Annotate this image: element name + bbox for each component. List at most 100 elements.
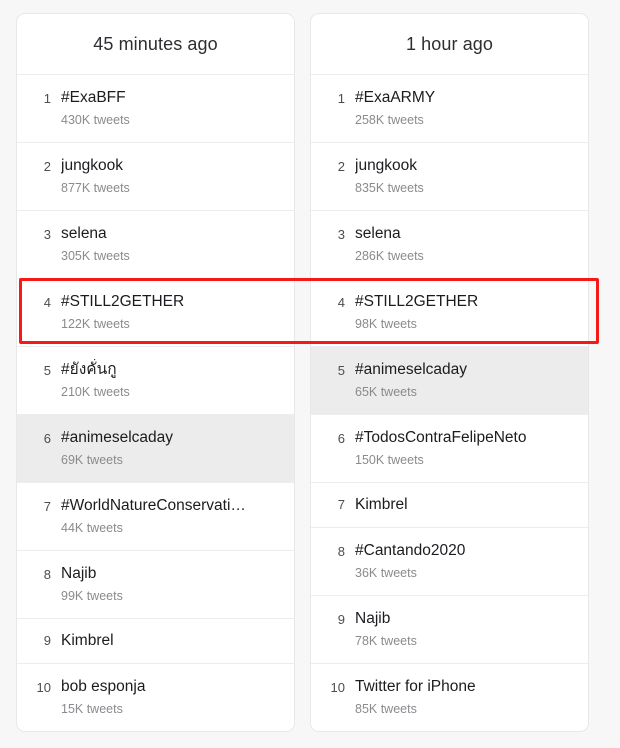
trend-name[interactable]: jungkook [61, 155, 282, 177]
trend-name[interactable]: Najib [61, 563, 282, 585]
trend-name[interactable]: #STILL2GETHER [355, 291, 576, 313]
trend-row[interactable]: 1 #ExaARMY 258K tweets [311, 75, 588, 143]
trend-body: #TodosContraFelipeNeto 150K tweets [355, 427, 576, 470]
trend-tweet-count: 15K tweets [61, 702, 123, 716]
trend-name[interactable]: #TodosContraFelipeNeto [355, 427, 576, 449]
trend-rank: 3 [337, 227, 345, 242]
trend-rank: 1 [337, 91, 345, 106]
trend-name[interactable]: Kimbrel [355, 494, 576, 516]
trend-row[interactable]: 7 Kimbrel [311, 483, 588, 528]
trend-name[interactable]: #Cantando2020 [355, 540, 576, 562]
trend-name[interactable]: Kimbrel [61, 630, 282, 652]
panel-header-title: 1 hour ago [405, 33, 494, 54]
trend-name[interactable]: selena [355, 223, 576, 245]
trend-tweet-count: 44K tweets [61, 521, 123, 535]
trend-rank: 6 [337, 431, 345, 446]
trend-list-left: 1 #ExaBFF 430K tweets 2 jungkook 877K tweets 3… [17, 75, 294, 731]
panel-header-right: 1 hour ago [311, 14, 588, 75]
trend-body: jungkook 835K tweets [355, 155, 576, 198]
trend-row[interactable]: 5 #ยังคั่นกู 210K tweets [17, 347, 294, 415]
trend-body: jungkook 877K tweets [61, 155, 282, 198]
trend-rank: 8 [337, 544, 345, 559]
trend-name[interactable]: jungkook [355, 155, 576, 177]
trend-body: selena 305K tweets [61, 223, 282, 266]
trend-body: #Cantando2020 36K tweets [355, 540, 576, 583]
trend-row[interactable]: 10 Twitter for iPhone 85K tweets [311, 664, 588, 731]
trend-body: Najib 78K tweets [355, 608, 576, 651]
trend-rank: 5 [43, 363, 51, 378]
trend-name[interactable]: #STILL2GETHER [61, 291, 282, 313]
trend-rank: 2 [43, 159, 51, 174]
trend-rank: 2 [337, 159, 345, 174]
trend-body: Twitter for iPhone 85K tweets [355, 676, 576, 719]
trend-row[interactable]: 9 Najib 78K tweets [311, 596, 588, 664]
trend-tweet-count: 99K tweets [61, 589, 123, 603]
trend-rank: 4 [337, 295, 345, 310]
trend-name[interactable]: #ยังคั่นกู [61, 359, 282, 381]
trend-row[interactable]: 5 #animeselcaday 65K tweets [311, 347, 588, 415]
trend-tweet-count: 286K tweets [355, 249, 424, 263]
trend-name[interactable]: #WorldNatureConservati… [61, 495, 282, 517]
trend-name[interactable]: Najib [355, 608, 576, 630]
trend-list-right: 1 #ExaARMY 258K tweets 2 jungkook 835K tweets… [311, 75, 588, 731]
panel-header-title: 45 minutes ago [93, 33, 218, 54]
trend-row[interactable]: 3 selena 286K tweets [311, 211, 588, 279]
trend-tweet-count: 430K tweets [61, 113, 130, 127]
trend-rank: 3 [43, 227, 51, 242]
trend-name[interactable]: #animeselcaday [61, 427, 282, 449]
trend-rank: 4 [43, 295, 51, 310]
trend-panel-left: 45 minutes ago 1 #ExaBFF 430K tweets 2 jungk… [16, 13, 295, 732]
trend-body: #STILL2GETHER 98K tweets [355, 291, 576, 334]
trend-row[interactable]: 4 #STILL2GETHER 98K tweets [311, 279, 588, 347]
trend-body: #ExaBFF 430K tweets [61, 87, 282, 130]
trend-body: #animeselcaday 69K tweets [61, 427, 282, 470]
trend-row[interactable]: 3 selena 305K tweets [17, 211, 294, 279]
trend-body: #animeselcaday 65K tweets [355, 359, 576, 402]
trend-body: #ยังคั่นกู 210K tweets [61, 359, 282, 402]
trend-row[interactable]: 7 #WorldNatureConservati… 44K tweets [17, 483, 294, 551]
trend-row[interactable]: 9 Kimbrel [17, 619, 294, 664]
trend-tweet-count: 69K tweets [61, 453, 123, 467]
trend-tweet-count: 835K tweets [355, 181, 424, 195]
trend-tweet-count: 36K tweets [355, 566, 417, 580]
trend-rank: 9 [337, 612, 345, 627]
trend-body: #ExaARMY 258K tweets [355, 87, 576, 130]
trend-row[interactable]: 6 #TodosContraFelipeNeto 150K tweets [311, 415, 588, 483]
trend-rank: 9 [43, 633, 51, 648]
trend-rank: 8 [43, 567, 51, 582]
trend-row[interactable]: 2 jungkook 835K tweets [311, 143, 588, 211]
trend-name[interactable]: bob esponja [61, 676, 282, 698]
trend-body: Kimbrel [61, 630, 282, 652]
trend-name[interactable]: #animeselcaday [355, 359, 576, 381]
trend-rank: 7 [337, 497, 345, 512]
trend-tweet-count: 98K tweets [355, 317, 417, 331]
trend-row[interactable]: 10 bob esponja 15K tweets [17, 664, 294, 731]
trend-tweet-count: 258K tweets [355, 113, 424, 127]
trend-row[interactable]: 1 #ExaBFF 430K tweets [17, 75, 294, 143]
trend-rank: 7 [43, 499, 51, 514]
trend-rank: 10 [330, 680, 345, 695]
trend-name[interactable]: Twitter for iPhone [355, 676, 576, 698]
trend-row[interactable]: 8 #Cantando2020 36K tweets [311, 528, 588, 596]
trend-rank: 6 [43, 431, 51, 446]
trend-tweet-count: 122K tweets [61, 317, 130, 331]
trend-body: Najib 99K tweets [61, 563, 282, 606]
trend-rank: 5 [337, 363, 345, 378]
trend-rank: 1 [43, 91, 51, 106]
trend-name[interactable]: #ExaARMY [355, 87, 576, 109]
trend-tweet-count: 65K tweets [355, 385, 417, 399]
trend-row[interactable]: 4 #STILL2GETHER 122K tweets [17, 279, 294, 347]
trend-row[interactable]: 2 jungkook 877K tweets [17, 143, 294, 211]
trend-panel-right: 1 hour ago 1 #ExaARMY 258K tweets 2 jungkook… [310, 13, 589, 732]
trend-name[interactable]: #ExaBFF [61, 87, 282, 109]
trend-row[interactable]: 6 #animeselcaday 69K tweets [17, 415, 294, 483]
trend-body: selena 286K tweets [355, 223, 576, 266]
trend-tweet-count: 85K tweets [355, 702, 417, 716]
trend-row[interactable]: 8 Najib 99K tweets [17, 551, 294, 619]
trend-tweet-count: 210K tweets [61, 385, 130, 399]
trend-body: #STILL2GETHER 122K tweets [61, 291, 282, 334]
trend-name[interactable]: selena [61, 223, 282, 245]
trend-tweet-count: 150K tweets [355, 453, 424, 467]
trend-rank: 10 [36, 680, 51, 695]
trend-body: Kimbrel [355, 494, 576, 516]
